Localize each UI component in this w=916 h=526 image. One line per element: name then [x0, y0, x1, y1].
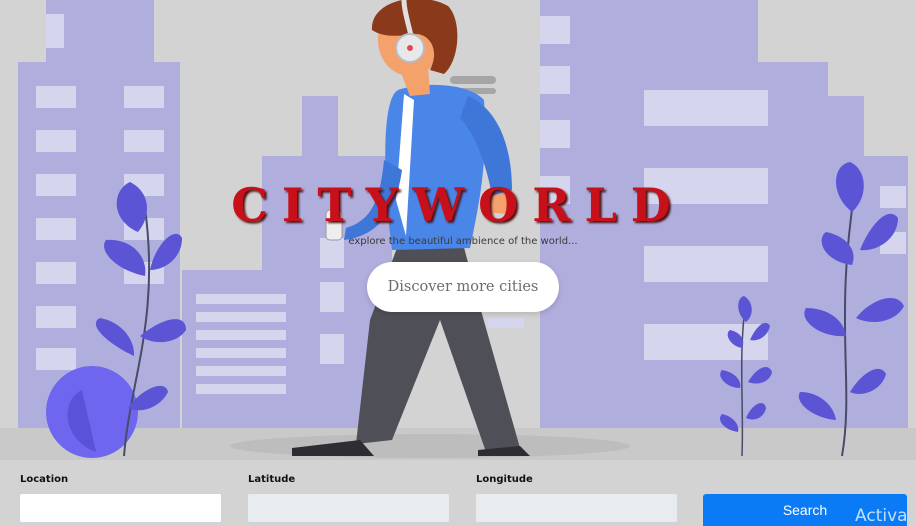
discover-more-cities-button[interactable]: Discover more cities	[367, 262, 559, 312]
brand-tagline: explore the beautiful ambience of the wo…	[348, 236, 578, 247]
latitude-label: Latitude	[248, 474, 296, 485]
longitude-input[interactable]	[475, 493, 678, 523]
latitude-input[interactable]	[247, 493, 450, 523]
longitude-label: Longitude	[476, 474, 533, 485]
location-input[interactable]	[19, 493, 222, 523]
location-label: Location	[20, 474, 69, 485]
brand-title: CITYWORLD	[231, 178, 685, 232]
search-form: Location Latitude Longitude Search	[0, 460, 916, 526]
hero-banner: CITYWORLD explore the beautiful ambience…	[0, 0, 916, 460]
activate-windows-watermark: Activa	[855, 506, 908, 526]
